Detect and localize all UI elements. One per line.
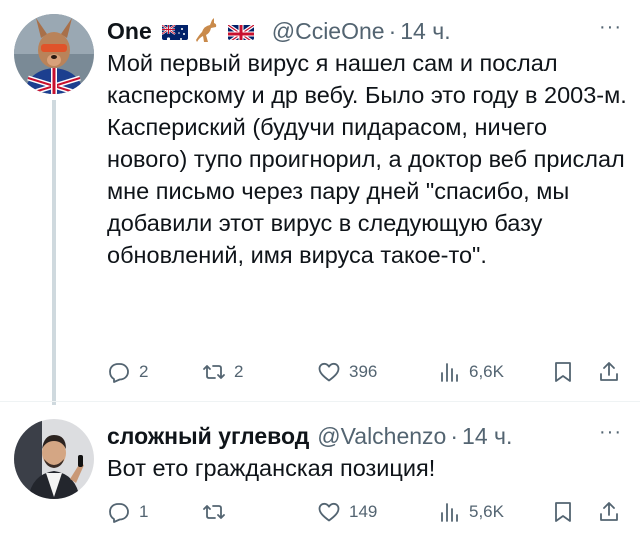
- retweet-button[interactable]: 2: [202, 360, 243, 384]
- bookmark-button[interactable]: [551, 500, 575, 524]
- tweet-timestamp[interactable]: 14 ч.: [462, 423, 512, 450]
- share-icon: [600, 362, 618, 381]
- views-count: 5,6K: [469, 502, 504, 521]
- author-emoji-flags: [161, 18, 254, 44]
- tweet-actions: 2 2 396 6,6K: [107, 357, 622, 387]
- bookmark-button[interactable]: [551, 360, 575, 384]
- retweet-icon: [203, 365, 225, 379]
- more-dots-icon[interactable]: ···: [599, 422, 622, 442]
- share-button[interactable]: [597, 500, 621, 524]
- views-chart-icon: [441, 503, 458, 522]
- tweet-2[interactable]: сложный углевод @Valchenzo · 14 ч. ··· В…: [0, 405, 640, 549]
- reply-count: 1: [139, 502, 149, 521]
- views-button[interactable]: 6,6K: [437, 360, 504, 384]
- reply-button[interactable]: 2: [107, 360, 148, 384]
- reply-icon: [109, 363, 129, 383]
- uk-flag-icon: [227, 22, 254, 40]
- like-count: 149: [349, 502, 378, 521]
- bookmark-icon: [555, 362, 571, 382]
- separator-dot: ·: [450, 422, 459, 449]
- tweet-actions: 1 149 5,6K: [107, 497, 622, 527]
- more-dots-icon[interactable]: ···: [599, 17, 622, 37]
- kangaroo-avatar-image: [14, 14, 94, 94]
- like-button[interactable]: 149: [317, 500, 377, 524]
- author-name[interactable]: сложный углевод: [107, 423, 309, 450]
- kangaroo-emoji-icon: [195, 18, 220, 44]
- views-chart-icon: [441, 363, 458, 382]
- retweet-button[interactable]: [202, 500, 234, 524]
- tweet-text: Мой первый вирус я нашел сам и послал ка…: [107, 50, 627, 268]
- retweet-icon: [203, 505, 225, 519]
- tweet-timestamp[interactable]: 14 ч.: [400, 18, 450, 45]
- avatar[interactable]: [14, 14, 94, 94]
- speaker-avatar-image: [14, 419, 94, 499]
- retweet-count: 2: [234, 362, 244, 381]
- views-count: 6,6K: [469, 362, 504, 381]
- tweet-header: сложный углевод @Valchenzo · 14 ч.: [107, 419, 620, 453]
- heart-icon: [318, 502, 340, 522]
- share-button[interactable]: [597, 360, 621, 384]
- share-icon: [600, 502, 618, 521]
- australia-flag-icon: [161, 22, 188, 40]
- tweet-divider: [0, 401, 640, 402]
- thread-connector-line: [52, 100, 56, 405]
- heart-icon: [318, 362, 340, 382]
- like-button[interactable]: 396: [317, 360, 377, 384]
- views-button[interactable]: 5,6K: [437, 500, 504, 524]
- bookmark-icon: [555, 502, 571, 522]
- reply-button[interactable]: 1: [107, 500, 148, 524]
- author-handle[interactable]: @Valchenzo: [317, 423, 446, 450]
- separator-dot: ·: [388, 17, 397, 44]
- tweet-header: One @CcieOne · 14 ч.: [107, 14, 620, 48]
- reply-icon: [109, 503, 129, 523]
- author-name[interactable]: One: [107, 18, 152, 45]
- avatar[interactable]: [14, 419, 94, 499]
- tweet-1[interactable]: One @CcieOne · 14 ч. ··· Мой первый виру…: [0, 0, 640, 405]
- like-count: 396: [349, 362, 378, 381]
- reply-count: 2: [139, 362, 149, 381]
- tweet-text: Вот ето гражданская позиция!: [107, 455, 436, 481]
- author-handle[interactable]: @CcieOne: [272, 18, 385, 45]
